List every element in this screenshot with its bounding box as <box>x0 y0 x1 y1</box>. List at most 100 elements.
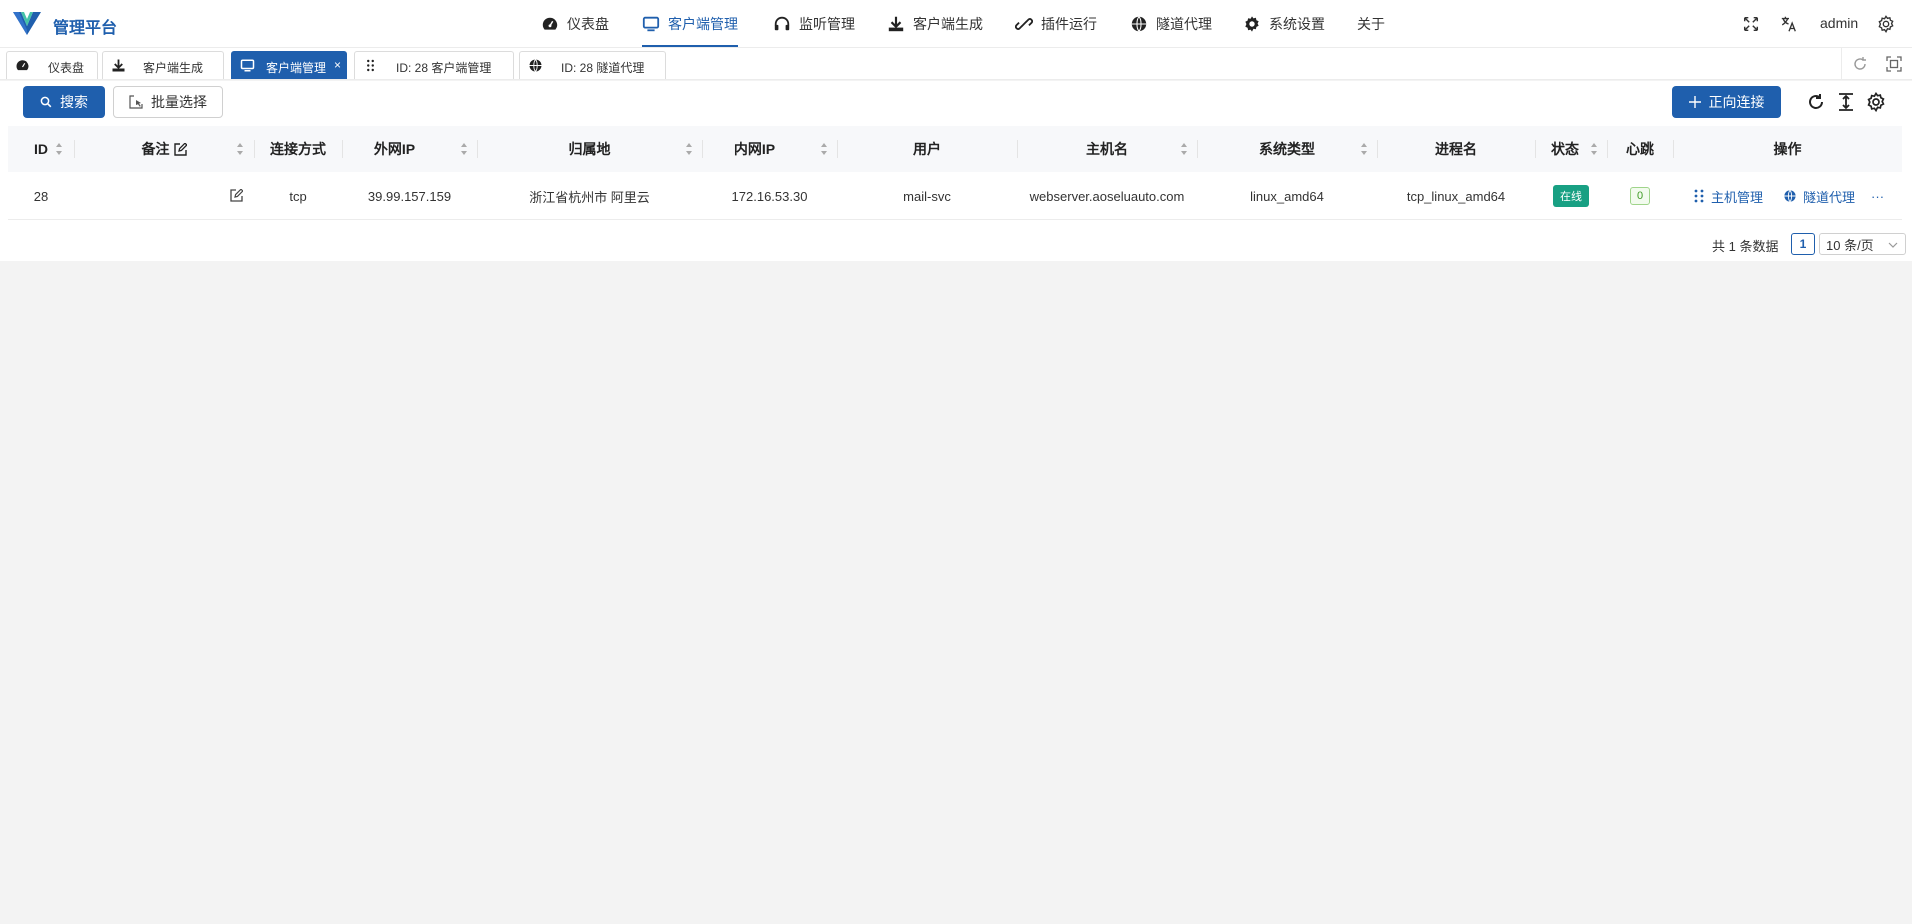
nav-plugin-run[interactable]: 插件运行 <box>1015 0 1097 48</box>
nav-label: 关于 <box>1357 16 1385 32</box>
column-header-os: 系统类型 <box>1259 141 1315 157</box>
dashboard-icon <box>16 60 29 71</box>
sort-icon[interactable] <box>1360 142 1368 156</box>
refresh-icon[interactable] <box>1806 92 1826 112</box>
search-button[interactable]: 搜索 <box>23 86 105 118</box>
cell-public-ip: 39.99.157.159 <box>367 188 452 204</box>
plugin-icon <box>1015 18 1033 30</box>
cell-heartbeat: 0 <box>1607 172 1673 220</box>
column-header-private-ip: 内网IP <box>702 126 837 172</box>
nav-label: 客户端生成 <box>913 16 983 32</box>
column-header-private-ip-label: 内网IP <box>733 141 776 157</box>
nav-label: 仪表盘 <box>567 16 609 32</box>
column-header-note-label: 备注 <box>141 141 170 157</box>
fullscreen-icon[interactable] <box>1742 15 1760 33</box>
column-header-hostname: 主机名 <box>1086 141 1128 157</box>
tunnel-proxy-link[interactable]: 隧道代理 <box>1783 187 1855 206</box>
maximize-icon[interactable] <box>1886 56 1902 72</box>
tab-label: 客户端生成 <box>143 61 204 75</box>
nav-listener-management[interactable]: 监听管理 <box>773 0 855 48</box>
headphones-icon <box>774 16 790 31</box>
monitor-icon <box>642 16 660 32</box>
chevron-down-icon <box>1888 242 1898 248</box>
sort-icon[interactable] <box>1590 142 1598 156</box>
table-row: 28 tcp 39.99.157.159 浙江省杭州市 阿里云 172.16.5… <box>8 172 1902 220</box>
nav-system-settings[interactable]: 系统设置 <box>1243 0 1325 48</box>
app-title: 管理平台 <box>53 20 118 37</box>
refresh-tab-icon[interactable] <box>1852 56 1868 72</box>
app-logo <box>13 12 41 35</box>
sort-icon[interactable] <box>820 142 828 156</box>
top-header: 管理平台 仪表盘 客户端管理 监听管理 客户端生成 插件运行 隧道代理 系统设置… <box>0 0 1912 48</box>
tab-dashboard[interactable]: 仪表盘 <box>6 51 98 79</box>
column-header-public-ip: 外网IP <box>342 126 477 172</box>
tab-host-management-28[interactable]: ID: 28 客户端管理 <box>354 51 514 79</box>
globe-icon <box>529 59 542 72</box>
nav-label: 监听管理 <box>799 16 855 32</box>
column-height-icon[interactable] <box>1836 92 1856 112</box>
page-size-select[interactable]: 10 条/页 <box>1819 233 1906 255</box>
page-size-value: 10 条/页 <box>1826 237 1874 253</box>
monitor-icon <box>240 59 255 72</box>
cell-note <box>74 172 254 220</box>
table-header: ID 备注 连接方式 外网IP 归属地 内网IP 用户 主机名 系统类型 进程名… <box>8 126 1902 172</box>
tab-client-generate[interactable]: 客户端生成 <box>102 51 224 79</box>
column-header-id: ID <box>34 141 48 157</box>
column-settings-icon[interactable] <box>1866 92 1886 112</box>
nav-client-management[interactable]: 客户端管理 <box>642 0 738 48</box>
sort-icon[interactable] <box>685 142 693 156</box>
column-header-note: 备注 <box>74 126 254 172</box>
column-header-process: 进程名 <box>1435 141 1477 157</box>
forward-connect-button[interactable]: 正向连接 <box>1672 86 1781 118</box>
column-header-status-label: 状态 <box>1551 141 1579 157</box>
nav-dashboard[interactable]: 仪表盘 <box>541 0 609 48</box>
tab-label: ID: 28 客户端管理 <box>396 61 492 75</box>
nav-label: 隧道代理 <box>1156 16 1212 32</box>
download-icon <box>888 16 904 32</box>
nav-label: 客户端管理 <box>668 16 738 32</box>
cell-actions: 主机管理 隧道代理 ··· <box>1673 172 1902 220</box>
edit-note-icon[interactable] <box>230 189 243 202</box>
sort-icon[interactable] <box>460 142 468 156</box>
column-header-public-ip-label: 外网IP <box>373 141 416 157</box>
column-header-actions: 操作 <box>1773 141 1802 157</box>
tunnel-proxy-label: 隧道代理 <box>1803 189 1856 205</box>
search-icon <box>40 96 52 108</box>
more-actions-button[interactable]: ··· <box>1871 189 1884 204</box>
globe-icon <box>1131 16 1147 32</box>
dashboard-icon <box>542 17 558 30</box>
settings-icon[interactable] <box>1877 15 1895 33</box>
sort-icon[interactable] <box>236 142 244 156</box>
pagination-page-1[interactable]: 1 <box>1791 233 1815 255</box>
batch-select-button[interactable]: 批量选择 <box>113 86 223 118</box>
host-management-label: 主机管理 <box>1711 189 1764 205</box>
cell-id: 28 <box>33 188 49 204</box>
pagination-total: 共 1 条数据 <box>1712 239 1779 254</box>
cell-process: tcp_linux_amd64 <box>1406 188 1506 204</box>
cell-location: 浙江省杭州市 阿里云 <box>529 189 650 205</box>
nav-label: 插件运行 <box>1041 16 1097 32</box>
status-badge: 在线 <box>1553 185 1589 207</box>
nav-client-generate[interactable]: 客户端生成 <box>887 0 983 48</box>
tabbar-divider <box>1841 48 1842 80</box>
translate-icon[interactable] <box>1780 15 1798 33</box>
cell-conn: tcp <box>289 188 307 204</box>
grid-dots-icon <box>367 59 374 72</box>
user-name[interactable]: admin <box>1820 15 1858 31</box>
sort-icon[interactable] <box>55 142 63 156</box>
column-header-conn: 连接方式 <box>270 141 326 157</box>
tab-label: 仪表盘 <box>48 61 85 75</box>
close-icon[interactable]: × <box>334 58 341 72</box>
download-icon <box>112 59 125 72</box>
nav-about[interactable]: 关于 <box>1357 0 1385 48</box>
edit-icon <box>173 142 187 156</box>
host-management-link[interactable]: 主机管理 <box>1693 187 1763 206</box>
cell-os: linux_amd64 <box>1250 188 1324 204</box>
plus-icon <box>1688 96 1701 108</box>
tab-client-management[interactable]: 客户端管理 × <box>231 51 347 79</box>
nav-tunnel-proxy[interactable]: 隧道代理 <box>1130 0 1212 48</box>
sort-icon[interactable] <box>1180 142 1188 156</box>
tab-label: ID: 28 隧道代理 <box>561 61 645 75</box>
tab-tunnel-proxy-28[interactable]: ID: 28 隧道代理 <box>519 51 666 79</box>
batch-select-label: 批量选择 <box>151 94 207 110</box>
